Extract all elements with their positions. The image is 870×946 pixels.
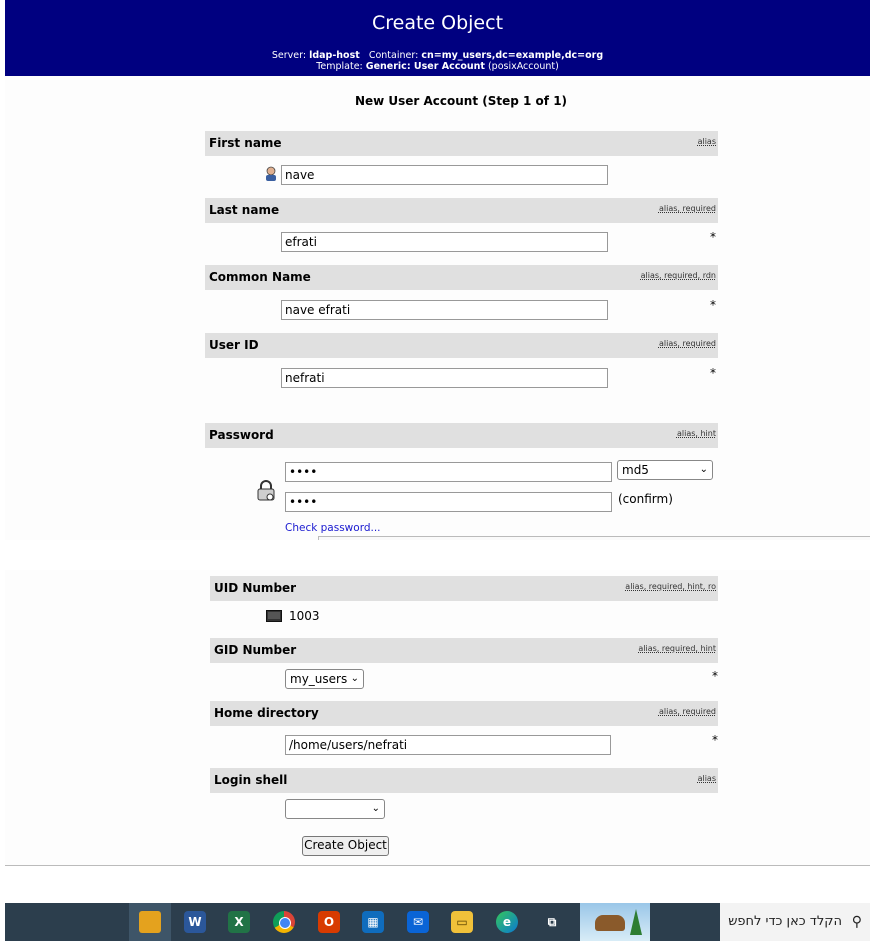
server-info: Server: ldap-host Container: cn=my_users… (271, 50, 604, 61)
explorer-icon[interactable]: ▭ (451, 911, 473, 933)
uid-number-header: UID Number alias, required, hint, ro (210, 576, 718, 601)
lock-icon (257, 480, 275, 501)
search-icon: ⚲ (851, 914, 862, 930)
page-title: Create Object (371, 12, 504, 34)
home-directory-input[interactable]: /home/users/nefrati (285, 735, 611, 755)
password-confirm-input[interactable]: •••• (285, 492, 612, 512)
user-icon (266, 166, 276, 181)
user-id-header: User ID alias, required (205, 333, 718, 358)
step-title: New User Account (Step 1 of 1) (354, 94, 568, 108)
common-name-header: Common Name alias, required, rdn (205, 265, 718, 290)
hash-select[interactable]: md5 ⌄ (617, 460, 713, 480)
chevron-down-icon: ⌄ (371, 803, 380, 814)
last-name-header: Last name alias, required (205, 198, 718, 223)
required-marker: * (710, 366, 716, 380)
edge-icon[interactable]: e (496, 911, 518, 933)
check-password-link[interactable]: Check password... (285, 522, 381, 534)
chrome-icon[interactable] (273, 911, 295, 933)
store-icon[interactable]: ▦ (362, 911, 384, 933)
home-directory-header: Home directory alias, required (210, 701, 718, 726)
template-name: Generic: User Account (365, 61, 485, 72)
excel-icon[interactable]: X (228, 911, 250, 933)
password-header: Password alias, hint (205, 423, 718, 448)
create-object-button[interactable]: Create Object (302, 836, 389, 856)
last-name-input[interactable]: efrati (281, 232, 608, 252)
vmware-icon[interactable] (129, 903, 171, 941)
office-icon[interactable]: O (318, 911, 340, 933)
confirm-label: (confirm) (618, 492, 673, 506)
uid-number-value: 1003 (289, 609, 320, 623)
password-input[interactable]: •••• (285, 462, 612, 482)
required-marker: * (712, 733, 718, 747)
common-name-input[interactable]: nave efrati (281, 300, 608, 320)
container-dn: cn=my_users,dc=example,dc=org (421, 50, 604, 61)
taskbar-search[interactable]: הקלד כאן כדי לחפש ⚲ (720, 903, 870, 941)
chevron-down-icon: ⌄ (350, 673, 359, 684)
first-name-input[interactable]: nave (281, 165, 608, 185)
required-marker: * (710, 298, 716, 312)
search-highlight-image (580, 903, 650, 941)
word-icon[interactable]: W (184, 911, 206, 933)
taskview-icon[interactable]: ⧉ (541, 911, 563, 933)
mail-icon[interactable]: ✉ (407, 911, 429, 933)
gid-select[interactable]: my_users ⌄ (285, 669, 364, 689)
required-marker: * (710, 230, 716, 244)
chevron-down-icon: ⌄ (699, 464, 708, 475)
login-shell-header: Login shell alias (210, 768, 718, 793)
page-header: Create Object Server: ldap-host Containe… (5, 0, 870, 76)
template-info: Template: Generic: User Account (posixAc… (316, 61, 559, 72)
required-marker: * (712, 669, 718, 683)
windows-taskbar: W X O ▦ ✉ ▭ e ⧉ הקלד כאן כדי לחפש ⚲ (5, 903, 870, 941)
first-name-header: First name alias (205, 131, 718, 156)
terminal-icon (266, 610, 282, 622)
gid-number-header: GID Number alias, required, hint (210, 638, 718, 663)
user-id-input[interactable]: nefrati (281, 368, 608, 388)
divider (5, 865, 870, 866)
page-gap (0, 540, 870, 570)
server-name: ldap-host (309, 50, 360, 61)
login-shell-select[interactable]: ⌄ (285, 799, 385, 819)
